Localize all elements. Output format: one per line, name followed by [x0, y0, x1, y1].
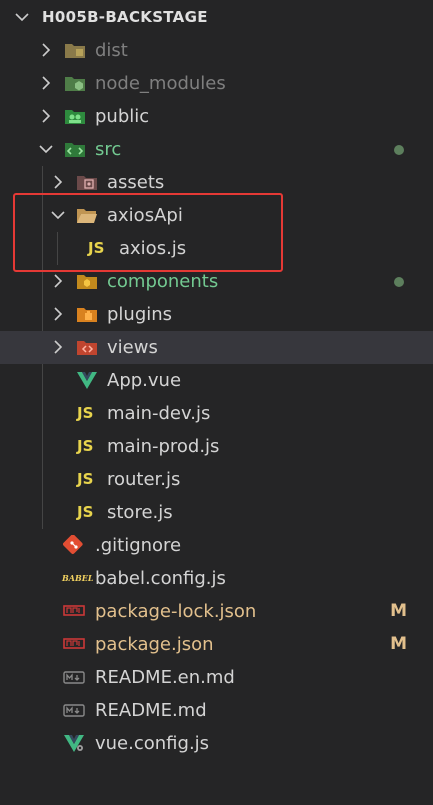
tree-item-node-modules[interactable]: node_modules	[0, 67, 433, 100]
tree-item-package-json[interactable]: package.json M	[0, 628, 433, 661]
npm-file-icon	[63, 638, 85, 649]
tree-item-label: public	[95, 106, 150, 127]
babel-file-icon: BABEL	[62, 573, 94, 583]
tree-item-label: router.js	[107, 469, 181, 490]
tree-item-package-lock[interactable]: package-lock.json M	[0, 595, 433, 628]
git-file-icon	[63, 535, 83, 554]
tree-item-label: README.md	[95, 700, 207, 721]
tree-item-label: plugins	[107, 304, 173, 325]
tree-item-label: views	[107, 337, 158, 358]
public-folder-icon	[65, 110, 85, 124]
js-file-icon: JS	[77, 470, 94, 488]
tree-item-main-dev-js[interactable]: JS main-dev.js	[0, 397, 433, 430]
plugins-folder-icon	[77, 308, 97, 322]
components-folder-icon	[77, 275, 97, 289]
tree-item-public[interactable]: public	[0, 100, 433, 133]
chevron-right-icon[interactable]	[38, 75, 54, 91]
tree-item-vue-config[interactable]: vue.config.js	[0, 727, 433, 760]
markdown-file-icon	[63, 671, 85, 684]
tree-item-plugins[interactable]: plugins	[0, 298, 433, 331]
tree-item-label: babel.config.js	[95, 568, 226, 589]
tree-item-label: main-prod.js	[107, 436, 220, 457]
tree-item-dist[interactable]: dist	[0, 34, 433, 67]
chevron-down-icon[interactable]	[14, 9, 30, 25]
chevron-down-icon[interactable]	[38, 141, 54, 157]
explorer-header[interactable]: H005B-BACKSTAGE	[0, 0, 433, 34]
git-status-badge: M	[390, 634, 407, 654]
git-status-badge: M	[390, 601, 407, 621]
chevron-right-icon[interactable]	[50, 273, 66, 289]
assets-folder-icon	[77, 176, 97, 190]
highlight-box	[13, 193, 283, 272]
tree-item-label: README.en.md	[95, 667, 235, 688]
tree-item-label: package.json	[95, 634, 214, 655]
js-file-icon: JS	[77, 503, 94, 521]
workspace-title: H005B-BACKSTAGE	[42, 8, 208, 26]
dist-folder-icon	[65, 44, 85, 58]
npm-file-icon	[63, 605, 85, 616]
src-folder-icon	[65, 143, 85, 157]
chevron-right-icon[interactable]	[50, 339, 66, 355]
chevron-right-icon[interactable]	[38, 42, 54, 58]
tree-item-label: App.vue	[107, 370, 182, 391]
tree-item-label: src	[95, 139, 122, 160]
js-file-icon: JS	[77, 437, 94, 455]
tree-item-label: main-dev.js	[107, 403, 211, 424]
tree-item-label: vue.config.js	[95, 733, 210, 754]
js-file-icon: JS	[77, 404, 94, 422]
chevron-right-icon[interactable]	[50, 174, 66, 190]
views-folder-icon	[77, 341, 97, 355]
tree-item-src[interactable]: src	[0, 133, 433, 166]
vue-file-icon	[77, 372, 97, 389]
tree-item-views[interactable]: views	[0, 331, 433, 364]
status-dot	[394, 277, 404, 287]
tree-item-label: store.js	[107, 502, 173, 523]
tree-item-app-vue[interactable]: App.vue	[0, 364, 433, 397]
tree-item-label: assets	[107, 172, 165, 193]
chevron-right-icon[interactable]	[38, 108, 54, 124]
tree-item-babel-config[interactable]: BABEL babel.config.js	[0, 562, 433, 595]
tree-item-store-js[interactable]: JS store.js	[0, 496, 433, 529]
tree-item-label: components	[107, 271, 219, 292]
tree-item-label: package-lock.json	[95, 601, 257, 622]
file-explorer: H005B-BACKSTAGE dist node_modules public…	[0, 0, 433, 805]
tree-item-readme[interactable]: README.md	[0, 694, 433, 727]
vue-config-file-icon	[64, 735, 84, 752]
tree-item-label: dist	[95, 40, 128, 61]
chevron-right-icon[interactable]	[50, 306, 66, 322]
tree-item-readme-en[interactable]: README.en.md	[0, 661, 433, 694]
status-dot	[394, 145, 404, 155]
node-modules-folder-icon	[65, 77, 85, 91]
tree-item-main-prod-js[interactable]: JS main-prod.js	[0, 430, 433, 463]
tree-item-router-js[interactable]: JS router.js	[0, 463, 433, 496]
tree-item-label: node_modules	[95, 73, 226, 94]
tree-item-label: .gitignore	[95, 535, 182, 556]
tree-item-gitignore[interactable]: .gitignore	[0, 529, 433, 562]
markdown-file-icon	[63, 704, 85, 717]
